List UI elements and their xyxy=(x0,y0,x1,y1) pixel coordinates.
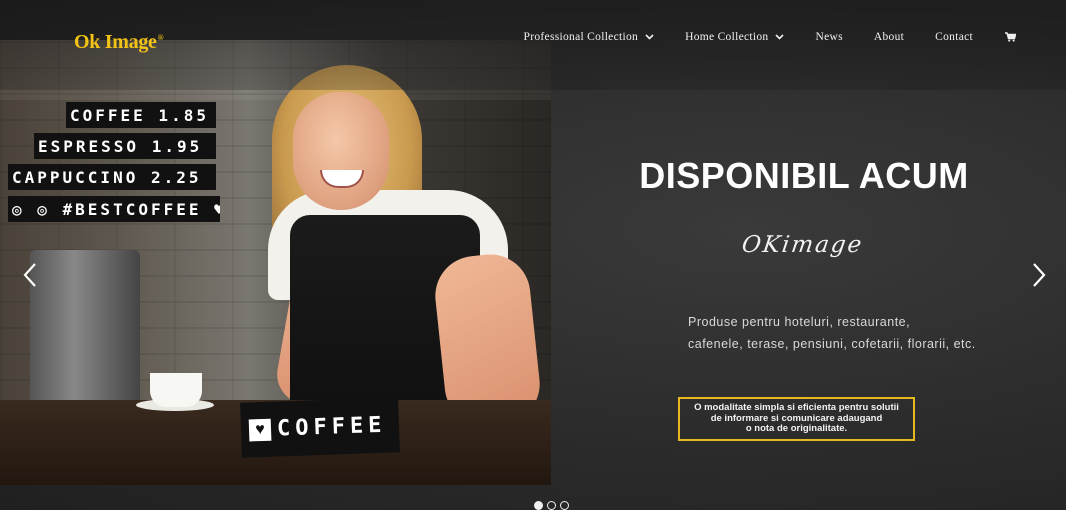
barista-face xyxy=(293,92,389,210)
slider-dot[interactable] xyxy=(534,501,543,510)
nav-label: Professional Collection xyxy=(523,31,639,43)
menu-board-line: ESPRESSO 1.95 xyxy=(34,133,216,159)
hero-description-line: cafenele, terase, pensiuni, cofetarii, f… xyxy=(688,337,976,351)
nav-label: Home Collection xyxy=(685,31,769,43)
logo-trademark: ® xyxy=(157,33,164,42)
cta-line: o nota de originalitate. xyxy=(745,423,848,435)
nav-contact[interactable]: Contact xyxy=(935,31,973,43)
hero-description-line: Produse pentru hoteluri, restaurante, xyxy=(688,315,911,329)
logo[interactable]: Ok Image® xyxy=(74,31,164,54)
menu-board-line: ◎ ◎ #BESTCOFFEE ♥ xyxy=(8,196,220,222)
nav-home-collection[interactable]: Home Collection xyxy=(685,31,785,43)
menu-board-line: COFFEE 1.85 xyxy=(66,102,216,128)
coffee-sign-text: COFFEE xyxy=(276,412,387,442)
coffee-cup xyxy=(150,373,202,407)
chevron-right-icon[interactable] xyxy=(1031,262,1047,288)
nav-label: News xyxy=(815,31,843,43)
logo-text: Ok Image xyxy=(74,31,157,53)
nav-label: Contact xyxy=(935,31,973,43)
hero-description: Produse pentru hoteluri, restaurante, ca… xyxy=(688,311,976,355)
heart-icon: ♥ xyxy=(248,418,272,441)
site-header: Ok Image® Professional Collection Home C… xyxy=(0,0,1066,90)
coffee-sign: ♥ COFFEE xyxy=(240,397,400,458)
hero-photo: COFFEE 1.85 ESPRESSO 1.95 CAPPUCCINO 2.2… xyxy=(0,40,551,485)
cart-icon[interactable] xyxy=(1005,32,1016,42)
chevron-down-icon xyxy=(645,34,654,40)
main-nav: Professional Collection Home Collection … xyxy=(524,31,1016,43)
nav-professional-collection[interactable]: Professional Collection xyxy=(524,31,655,43)
nav-news[interactable]: News xyxy=(815,31,842,43)
slider-dot[interactable] xyxy=(547,501,556,510)
page: COFFEE 1.85 ESPRESSO 1.95 CAPPUCCINO 2.2… xyxy=(0,0,1066,510)
menu-board-line: CAPPUCCINO 2.25 xyxy=(8,164,216,190)
slider-dot[interactable] xyxy=(560,501,569,510)
chevron-down-icon xyxy=(775,34,785,40)
chevron-left-icon[interactable] xyxy=(22,262,38,288)
hero-cta-box[interactable]: O modalitate simpla si eficienta pentru … xyxy=(678,397,915,441)
hero-title: DISPONIBIL ACUM xyxy=(639,155,969,196)
nav-label: About xyxy=(873,31,905,43)
nav-about[interactable]: About xyxy=(874,31,904,43)
slider-dots xyxy=(534,501,573,510)
hero-signature: OKimage xyxy=(740,232,866,258)
